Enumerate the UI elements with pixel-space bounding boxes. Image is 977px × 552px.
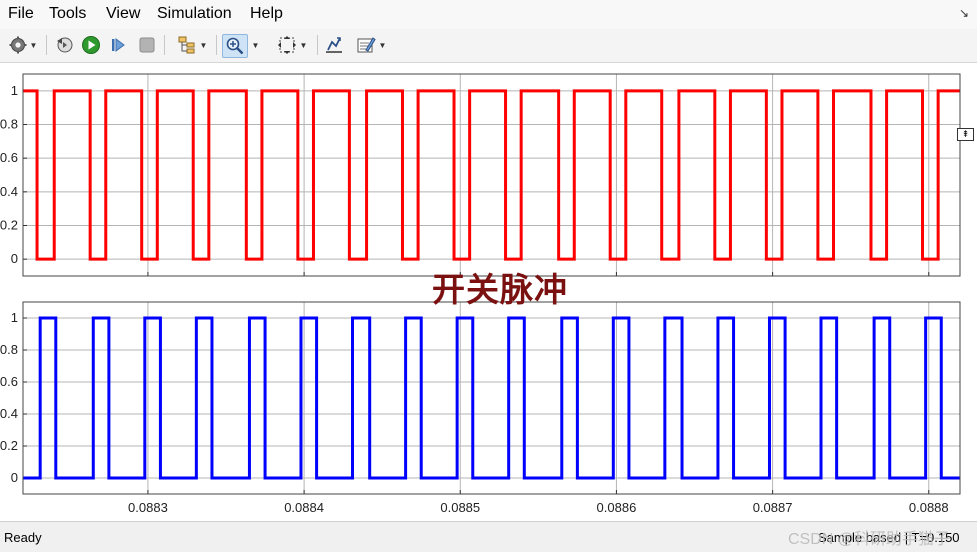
scale-axes-icon[interactable] xyxy=(323,34,345,56)
xtick-label: 0.0888 xyxy=(909,500,949,515)
xtick-label: 0.0887 xyxy=(753,500,793,515)
toolbar-separator xyxy=(46,35,47,55)
zoom-in-icon[interactable] xyxy=(222,34,248,58)
ytick-label: 0.6 xyxy=(0,150,18,165)
settings-icon[interactable]: ▼ xyxy=(5,34,41,56)
ytick-label: 0.8 xyxy=(0,342,18,357)
menu-simulation[interactable]: Simulation xyxy=(157,5,232,23)
ytick-label: 0.2 xyxy=(0,218,18,233)
axes-1-background xyxy=(23,74,960,276)
menu-tools[interactable]: Tools xyxy=(49,5,86,23)
ytick-label: 1 xyxy=(11,83,18,98)
xtick-label: 0.0883 xyxy=(128,500,168,515)
step-forward-icon[interactable] xyxy=(108,34,130,56)
restore-icon[interactable] xyxy=(53,34,75,56)
ytick-label: 0.2 xyxy=(0,438,18,453)
ytick-label: 0.4 xyxy=(0,406,18,421)
toolbar: ▼ ▼ ▼ ▼ ▼ xyxy=(0,29,977,63)
ytick-label: 0.6 xyxy=(0,374,18,389)
xtick-label: 0.0885 xyxy=(440,500,480,515)
watermark: CSDN @科研助手猫子 xyxy=(788,531,951,548)
stop-icon[interactable] xyxy=(136,34,158,56)
run-icon[interactable] xyxy=(80,34,102,56)
ytick-label: 0.8 xyxy=(0,117,18,132)
overlay-title: 开关脉冲 xyxy=(432,271,568,308)
menu-file[interactable]: File xyxy=(8,5,34,23)
menu-bar: File Tools View Simulation Help ↘ xyxy=(0,0,977,29)
toolbar-separator xyxy=(164,35,165,55)
zoom-dropdown-icon[interactable]: ▼ xyxy=(248,34,260,56)
toolbar-separator xyxy=(317,35,318,55)
xtick-label: 0.0884 xyxy=(284,500,324,515)
undock-icon[interactable]: ⇞ xyxy=(957,128,974,141)
ytick-label: 1 xyxy=(11,310,18,325)
xtick-label: 0.0886 xyxy=(597,500,637,515)
signal-hierarchy-icon[interactable]: ▼ xyxy=(172,34,212,56)
zoom-to-fit-icon[interactable]: ▼ xyxy=(272,34,312,56)
menu-help[interactable]: Help xyxy=(250,5,283,23)
toolbar-separator xyxy=(216,35,217,55)
menu-view[interactable]: View xyxy=(106,5,140,23)
ytick-label: 0 xyxy=(11,251,18,266)
edit-properties-icon[interactable]: ▼ xyxy=(351,34,391,56)
status-ready: Ready xyxy=(4,530,42,545)
ytick-label: 0 xyxy=(11,470,18,485)
dock-arrow-icon[interactable]: ↘ xyxy=(959,6,969,20)
ytick-label: 0.4 xyxy=(0,184,18,199)
axes-2-background xyxy=(23,302,960,494)
